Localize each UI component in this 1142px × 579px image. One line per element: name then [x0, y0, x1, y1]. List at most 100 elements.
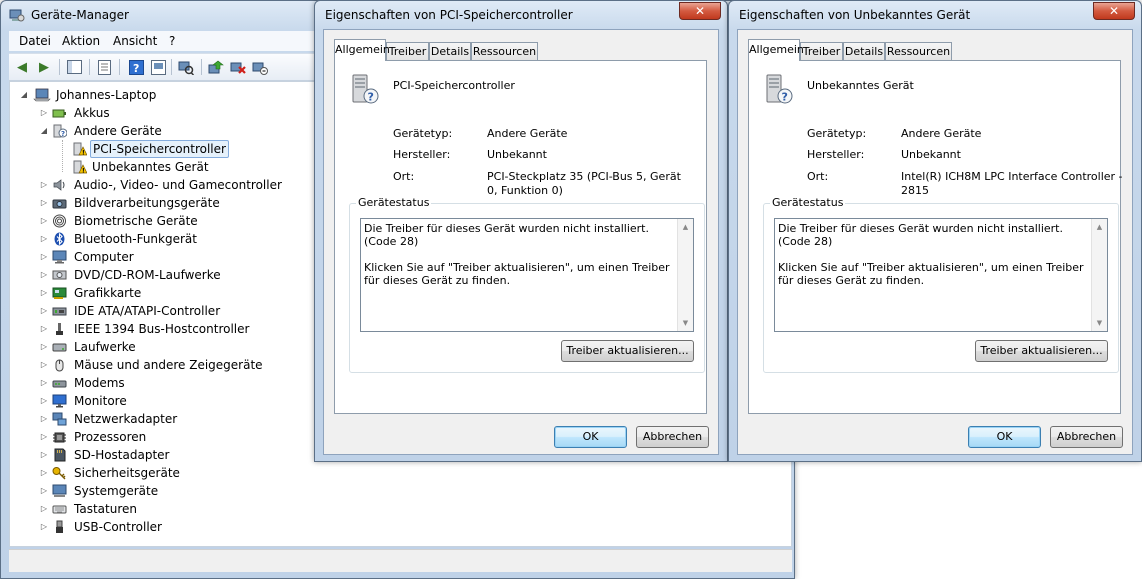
- expand-icon[interactable]: ▷: [40, 176, 48, 194]
- menu-bar: Datei Aktion Ansicht ?: [9, 31, 314, 51]
- tree-category-label: Netzwerkadapter: [74, 412, 178, 426]
- scroll-down-icon[interactable]: ▼: [1092, 316, 1107, 330]
- tree-guide-line: [62, 140, 64, 172]
- expand-icon[interactable]: ▷: [40, 194, 48, 212]
- device-status-group: Gerätestatus Die Treiber für dieses Gerä…: [349, 196, 705, 373]
- scroll-up-icon[interactable]: ▲: [678, 220, 693, 234]
- tab-details[interactable]: Details: [429, 42, 471, 60]
- expand-icon[interactable]: ▷: [40, 410, 48, 428]
- tab-details[interactable]: Details: [843, 42, 885, 60]
- expand-icon[interactable]: ▷: [40, 230, 48, 248]
- forward-icon[interactable]: ▶: [35, 58, 53, 76]
- dialog-titlebar[interactable]: Eigenschaften von Unbekanntes Gerät ✕: [729, 1, 1141, 29]
- uninstall-icon[interactable]: [229, 58, 247, 76]
- tree-category-label: USB-Controller: [74, 520, 162, 534]
- system-device-icon: [52, 484, 67, 497]
- expand-icon[interactable]: ▷: [40, 104, 48, 122]
- status-scrollbar[interactable]: ▲ ▼: [1091, 219, 1107, 331]
- svg-text:!: !: [82, 168, 85, 175]
- svg-text:?: ?: [61, 130, 65, 138]
- device-name: Unbekanntes Gerät: [807, 79, 914, 92]
- scroll-up-icon[interactable]: ▲: [1092, 220, 1107, 234]
- device-status-group: Gerätestatus Die Treiber für dieses Gerä…: [763, 196, 1119, 373]
- expand-icon[interactable]: ▷: [40, 356, 48, 374]
- svg-text:?: ?: [133, 62, 139, 75]
- toolbar-separator: [59, 59, 60, 75]
- tab-allgemein[interactable]: Allgemein: [334, 39, 390, 61]
- status-scrollbar[interactable]: ▲ ▼: [677, 219, 693, 331]
- expand-icon[interactable]: ▷: [40, 428, 48, 446]
- update-driver-button[interactable]: Treiber aktualisieren...: [561, 340, 694, 362]
- usb-icon: [56, 520, 63, 533]
- close-icon[interactable]: ✕: [679, 2, 721, 20]
- tab-treiber[interactable]: Treiber: [386, 42, 429, 60]
- device-manager-title: Geräte-Manager: [31, 8, 129, 22]
- tree-device-label: Unbekanntes Gerät: [92, 160, 209, 174]
- dialog-titlebar[interactable]: Eigenschaften von PCI-Speichercontroller…: [315, 1, 727, 29]
- menu-datei[interactable]: Datei: [19, 34, 51, 48]
- menu-help[interactable]: ?: [169, 34, 175, 48]
- view-hidden-icon[interactable]: [149, 58, 167, 76]
- svg-text:?: ?: [782, 91, 788, 104]
- tree-category-label: Sicherheitsgeräte: [74, 466, 180, 480]
- toolbar-separator: [119, 59, 120, 75]
- cancel-button[interactable]: Abbrechen: [1050, 426, 1123, 448]
- expand-icon[interactable]: ▷: [40, 320, 48, 338]
- tab-ressourcen[interactable]: Ressourcen: [885, 42, 952, 60]
- unknown-device-large-icon: ?: [766, 74, 793, 104]
- expand-icon[interactable]: ▷: [40, 500, 48, 518]
- monitor-icon: [52, 394, 67, 408]
- status-message: Die Treiber für dieses Gerät wurden nich…: [778, 222, 1063, 248]
- keyboard-icon: [52, 505, 67, 514]
- collapse-icon[interactable]: ◢: [20, 86, 28, 104]
- ok-button[interactable]: OK: [968, 426, 1041, 448]
- scan-hardware-icon[interactable]: [177, 58, 195, 76]
- menu-ansicht[interactable]: Ansicht: [113, 34, 157, 48]
- device-status-textbox[interactable]: Die Treiber für dieses Gerät wurden nich…: [774, 218, 1108, 332]
- tab-panel-allgemein: ? PCI-Speichercontroller Gerätetyp: Ande…: [334, 60, 707, 414]
- tree-category-label: IDE ATA/ATAPI-Controller: [74, 304, 221, 318]
- warning-device-icon: !: [73, 142, 87, 156]
- tab-panel-allgemein: ? Unbekanntes Gerät Gerätetyp: Andere Ge…: [748, 60, 1123, 414]
- collapse-icon[interactable]: ◢: [40, 122, 48, 140]
- device-name: PCI-Speichercontroller: [393, 79, 515, 92]
- disable-icon[interactable]: [251, 58, 269, 76]
- show-hide-console-tree-icon[interactable]: [65, 58, 83, 76]
- expand-icon[interactable]: ▷: [40, 284, 48, 302]
- expand-icon[interactable]: ▷: [40, 338, 48, 356]
- key-icon: [52, 467, 66, 480]
- cancel-button[interactable]: Abbrechen: [636, 426, 709, 448]
- expand-icon[interactable]: ▷: [40, 392, 48, 410]
- expand-icon[interactable]: ▷: [40, 302, 48, 320]
- help-icon[interactable]: ?: [127, 58, 145, 76]
- expand-icon[interactable]: ▷: [40, 374, 48, 392]
- tab-ressourcen[interactable]: Ressourcen: [471, 42, 538, 60]
- close-icon[interactable]: ✕: [1093, 2, 1135, 20]
- update-driver-icon[interactable]: [207, 58, 225, 76]
- expand-icon[interactable]: ▷: [40, 248, 48, 266]
- expand-icon[interactable]: ▷: [40, 464, 48, 482]
- toolbar-separator: [89, 59, 90, 75]
- expand-icon[interactable]: ▷: [40, 266, 48, 284]
- expand-icon[interactable]: ▷: [40, 518, 48, 536]
- properties-page-icon[interactable]: [95, 58, 113, 76]
- tree-category-label: Computer: [74, 250, 134, 264]
- device-type-value: Andere Geräte: [901, 127, 982, 140]
- menu-aktion[interactable]: Aktion: [62, 34, 100, 48]
- device-manager-app-icon: [9, 9, 25, 22]
- modem-icon: [52, 380, 67, 388]
- location-label: Ort:: [393, 170, 415, 183]
- expand-icon[interactable]: ▷: [40, 212, 48, 230]
- disc-drive-icon: [52, 270, 67, 280]
- manufacturer-value: Unbekannt: [901, 148, 961, 161]
- unknown-device-icon: ?: [53, 124, 67, 138]
- update-driver-button[interactable]: Treiber aktualisieren...: [975, 340, 1108, 362]
- scroll-down-icon[interactable]: ▼: [678, 316, 693, 330]
- expand-icon[interactable]: ▷: [40, 482, 48, 500]
- back-icon[interactable]: ◀: [13, 58, 31, 76]
- expand-icon[interactable]: ▷: [40, 446, 48, 464]
- ok-button[interactable]: OK: [554, 426, 627, 448]
- device-status-textbox[interactable]: Die Treiber für dieses Gerät wurden nich…: [360, 218, 694, 332]
- tab-allgemein[interactable]: Allgemein: [748, 39, 804, 61]
- tab-treiber[interactable]: Treiber: [800, 42, 843, 60]
